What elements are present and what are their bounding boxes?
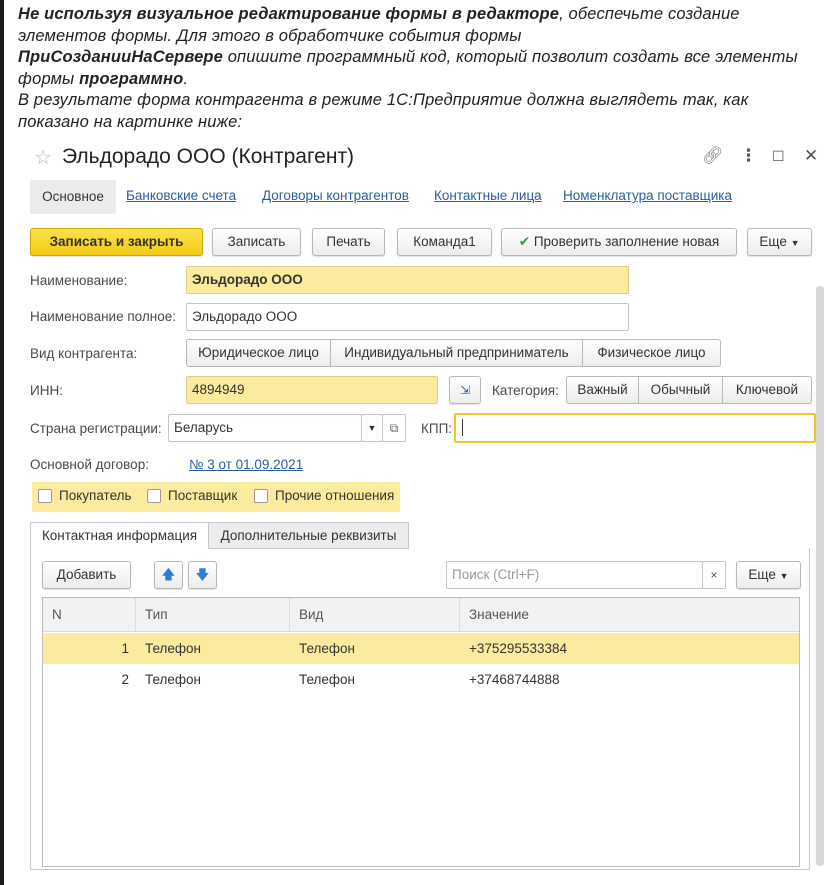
table-more-button[interactable]: Еще ▼ (736, 561, 801, 589)
kpp-label: КПП: (421, 421, 453, 436)
more-label: Еще (759, 234, 787, 249)
contract-link[interactable]: № 3 от 01.09.2021 (189, 457, 303, 472)
country-label: Страна регистрации: (30, 421, 162, 436)
kpp-field[interactable] (454, 413, 816, 443)
cell-n: 1 (121, 641, 129, 656)
close-icon: × (710, 568, 718, 582)
kind-label: Вид контрагента: (30, 346, 138, 361)
cell-type: Телефон (145, 672, 202, 687)
cell-n: 2 (121, 672, 129, 687)
form-window: ☆ Эльдорадо ООО (Контрагент) 🔗︎ ⋮ ☐ ✕ Ос… (16, 136, 826, 885)
open-icon: ⧉ (389, 421, 399, 435)
cell-kind: Телефон (299, 672, 356, 687)
tab-contracts[interactable]: Договоры контрагентов (262, 188, 409, 203)
cell-value: +37468744888 (469, 672, 560, 687)
chevron-down-icon: ▼ (790, 238, 800, 248)
table-more-label: Еще (748, 567, 776, 582)
category-key[interactable]: Ключевой (722, 376, 812, 404)
move-up-button[interactable]: 🡅 (154, 561, 183, 589)
table-row[interactable]: 1 Телефон Телефон +375295533384 (43, 633, 799, 664)
inn-field[interactable]: 4894949 (186, 376, 438, 404)
chevron-down-icon: ▼ (367, 423, 377, 433)
inn-lookup-button[interactable]: ⇲ (449, 376, 481, 404)
kind-option-entrepreneur[interactable]: Индивидуальный предприниматель (330, 339, 583, 367)
left-edge-bar (0, 0, 4, 885)
task-bold-1: Не используя визуальное редактирование ф… (18, 5, 560, 23)
column-header-type[interactable]: Тип (136, 598, 290, 632)
more-vertical-icon[interactable]: ⋮ (740, 146, 757, 166)
tab-bank-accounts[interactable]: Банковские счета (126, 188, 236, 203)
kind-option-legal[interactable]: Юридическое лицо (186, 339, 331, 367)
tab-main[interactable]: Основное (30, 180, 116, 214)
maximize-icon[interactable]: ☐ (772, 148, 785, 165)
tab-contact-persons[interactable]: Контактные лица (434, 188, 542, 203)
category-label: Категория: (492, 383, 559, 398)
move-down-button[interactable]: 🡇 (188, 561, 217, 589)
arrow-up-icon: 🡅 (161, 567, 176, 582)
check-icon: ✔ (518, 234, 531, 249)
task-text: Не используя визуальное редактирование ф… (18, 4, 818, 133)
task-text-3: . (183, 69, 189, 88)
form-scrollbar[interactable] (816, 286, 824, 866)
category-important[interactable]: Важный (566, 376, 639, 404)
supplier-checkbox[interactable] (147, 489, 161, 503)
chevron-down-icon: ▼ (779, 571, 789, 581)
window-title: Эльдорадо ООО (Контрагент) (62, 145, 355, 168)
cell-value: +375295533384 (469, 641, 567, 656)
task-bold-3: программно (79, 69, 184, 88)
supplier-label: Поставщик (168, 488, 238, 503)
link-icon[interactable]: 🔗︎ (702, 146, 724, 166)
lookup-icon: ⇲ (459, 383, 471, 397)
other-relations-checkbox[interactable] (254, 489, 268, 503)
text-cursor (462, 419, 463, 436)
tab-supplier-nomenclature[interactable]: Номенклатура поставщика (563, 188, 732, 203)
print-button[interactable]: Печать (312, 228, 385, 256)
search-input[interactable]: Поиск (Ctrl+F) (446, 561, 703, 589)
table-header: N Тип Вид Значение (43, 598, 799, 632)
check-fill-button[interactable]: ✔ Проверить заполнение новая (501, 228, 737, 256)
name-field[interactable]: Эльдорадо ООО (186, 266, 629, 294)
name-label: Наименование: (30, 273, 128, 288)
save-button[interactable]: Записать (212, 228, 301, 256)
star-icon[interactable]: ☆ (34, 145, 52, 170)
kind-option-individual[interactable]: Физическое лицо (582, 339, 721, 367)
task-bold-2: ПриСозданииНаСервере (18, 48, 223, 66)
search-clear-button[interactable]: × (702, 561, 726, 589)
add-button[interactable]: Добавить (42, 561, 131, 589)
country-open-button[interactable]: ⧉ (382, 414, 406, 442)
buyer-checkbox[interactable] (38, 489, 52, 503)
column-header-kind[interactable]: Вид (290, 598, 460, 632)
other-relations-label: Прочие отношения (275, 488, 395, 503)
cell-kind: Телефон (299, 641, 356, 656)
arrow-down-icon: 🡇 (195, 567, 210, 582)
buyer-label: Покупатель (59, 488, 132, 503)
command1-button[interactable]: Команда1 (397, 228, 492, 256)
column-header-value[interactable]: Значение (460, 598, 799, 632)
relations-checkbox-group: Покупатель Поставщик Прочие отношения (32, 482, 400, 512)
inn-label: ИНН: (30, 383, 63, 398)
save-close-button[interactable]: Записать и закрыть (30, 228, 203, 256)
more-button[interactable]: Еще ▼ (747, 228, 812, 256)
tab-additional-props[interactable]: Дополнительные реквизиты (208, 522, 409, 549)
table-row[interactable]: 2 Телефон Телефон +37468744888 (43, 664, 799, 695)
country-dropdown-button[interactable]: ▼ (361, 414, 383, 442)
category-regular[interactable]: Обычный (638, 376, 723, 404)
cell-type: Телефон (145, 641, 202, 656)
column-header-n[interactable]: N (43, 598, 136, 632)
contact-info-table: N Тип Вид Значение 1 Телефон Телефон +37… (42, 597, 800, 867)
contract-label: Основной договор: (30, 457, 149, 472)
close-icon[interactable]: ✕ (804, 146, 818, 166)
check-fill-label: Проверить заполнение новая (533, 234, 720, 249)
fullname-field[interactable]: Эльдорадо ООО (186, 303, 629, 331)
country-field[interactable]: Беларусь (168, 414, 362, 442)
tab-contact-info[interactable]: Контактная информация (30, 522, 209, 549)
fullname-label: Наименование полное: (30, 309, 176, 324)
task-text-4: В результате форма контрагента в режиме … (18, 91, 749, 131)
